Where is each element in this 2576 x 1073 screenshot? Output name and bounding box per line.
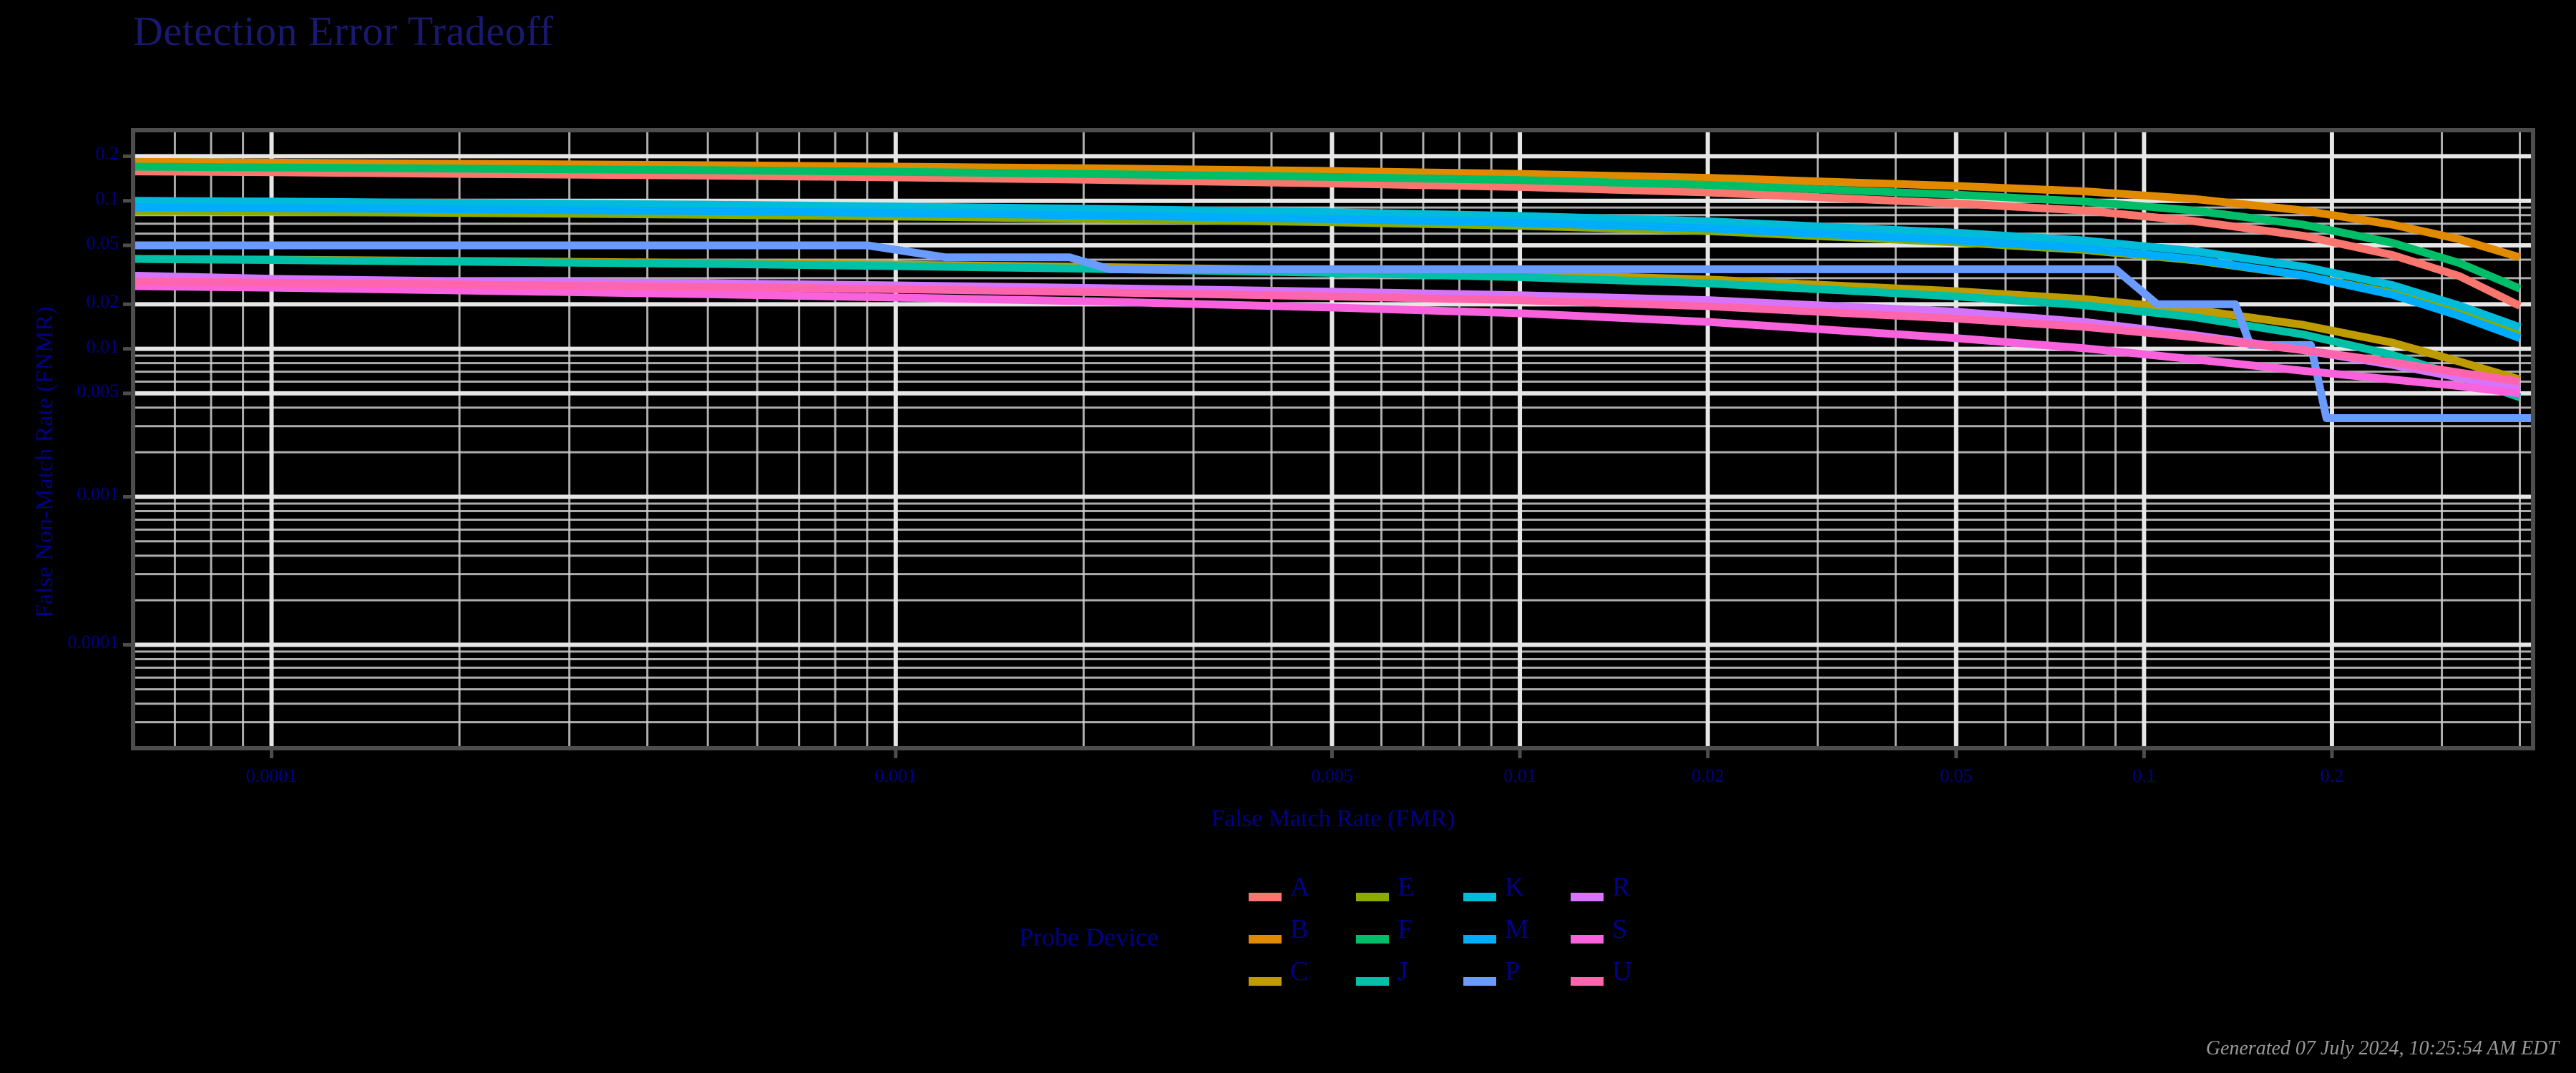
legend-key-S[interactable] — [1571, 935, 1604, 944]
x-tick-label: 0.2 — [2320, 765, 2344, 786]
legend-key-F[interactable] — [1356, 935, 1389, 944]
legend-label-B[interactable]: B — [1290, 913, 1308, 945]
legend-key-P[interactable] — [1463, 977, 1496, 986]
legend-label-M[interactable]: M — [1505, 913, 1529, 945]
legend-label-S[interactable]: S — [1612, 913, 1627, 945]
legend-key-R[interactable] — [1571, 893, 1604, 901]
y-tick-label: 0.0001 — [67, 632, 119, 653]
x-tick-label: 0.005 — [1311, 765, 1353, 786]
legend-key-C[interactable] — [1249, 977, 1282, 986]
generated-timestamp: Generated 07 July 2024, 10:25:54 AM EDT — [2205, 1037, 2559, 1059]
x-tick-label: 0.05 — [1940, 765, 1973, 786]
plot-canvas — [123, 128, 2535, 758]
y-tick-label: 0.2 — [95, 143, 119, 165]
legend-key-E[interactable] — [1356, 893, 1389, 901]
x-tick-label: 0.1 — [2132, 765, 2156, 786]
y-axis-label: False Non-Match Rate (FNMR) — [31, 306, 58, 618]
legend-title: Probe Device — [1019, 923, 1158, 951]
y-tick-label: 0.05 — [86, 232, 119, 253]
legend-key-K[interactable] — [1463, 893, 1496, 901]
legend-key-A[interactable] — [1249, 893, 1282, 901]
legend-key-M[interactable] — [1463, 935, 1496, 944]
x-tick-label: 0.02 — [1691, 765, 1724, 786]
y-tick-label: 0.005 — [77, 380, 119, 401]
y-tick-label: 0.1 — [95, 187, 119, 209]
y-tick-label: 0.001 — [77, 484, 119, 505]
legend-label-C[interactable]: C — [1290, 956, 1308, 987]
legend-label-P[interactable]: P — [1505, 956, 1520, 987]
x-tick-label: 0.01 — [1503, 765, 1536, 786]
legend-label-K[interactable]: K — [1505, 871, 1524, 903]
det-chart-page: Detection Error Tradeoff 0.0001 0.001 0.00… — [0, 0, 2576, 1073]
x-axis-label: False Match Rate (FMR) — [1211, 805, 1455, 832]
legend-label-F[interactable]: F — [1397, 913, 1413, 945]
legend-key-U[interactable] — [1571, 977, 1604, 986]
legend-label-R[interactable]: R — [1612, 871, 1630, 903]
y-tick-label: 0.02 — [86, 291, 119, 313]
legend-key-B[interactable] — [1249, 935, 1282, 944]
legend-label-E[interactable]: E — [1397, 871, 1414, 903]
y-tick-label: 0.01 — [86, 335, 119, 357]
x-tick-label: 0.0001 — [245, 765, 298, 786]
legend-label-A[interactable]: A — [1290, 871, 1309, 903]
x-tick-label: 0.001 — [874, 765, 917, 786]
legend-label-U[interactable]: U — [1612, 956, 1631, 987]
legend-label-J[interactable]: J — [1397, 956, 1408, 987]
legend-key-J[interactable] — [1356, 977, 1389, 986]
